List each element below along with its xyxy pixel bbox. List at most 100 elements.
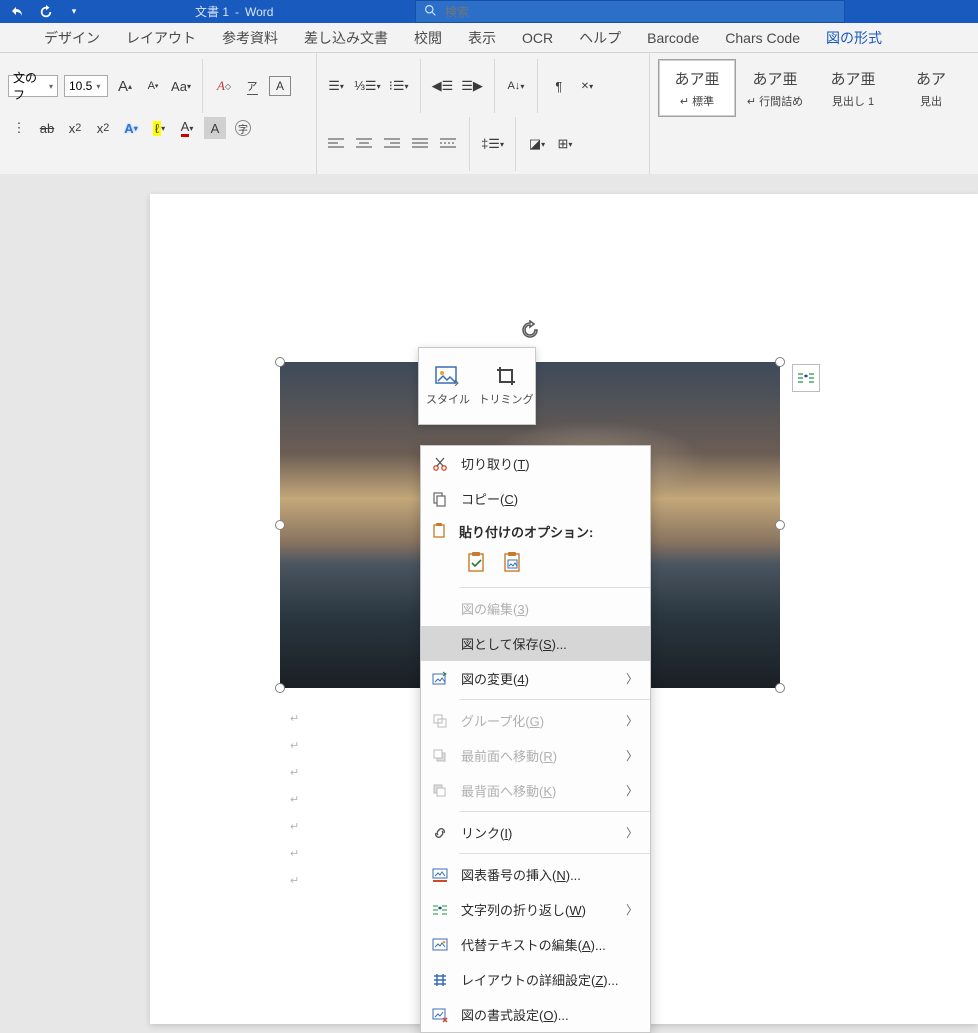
style-heading1[interactable]: あア亜 見出し 1: [814, 59, 892, 117]
superscript-icon[interactable]: x2: [92, 117, 114, 139]
ctx-format-picture[interactable]: 図の書式設定(O)...: [421, 997, 650, 1032]
align-left-icon[interactable]: [325, 133, 347, 155]
ctx-separator: [459, 853, 650, 854]
ctx-save-as-picture[interactable]: 図として保存(S)...: [421, 626, 650, 661]
numbering-icon[interactable]: ⅓☰▾: [353, 75, 382, 97]
tab-home-partial[interactable]: [6, 34, 30, 42]
style-heading-partial[interactable]: あア 見出: [892, 59, 970, 117]
text-effects-icon[interactable]: A▾: [120, 117, 142, 139]
character-border-icon[interactable]: A: [269, 76, 291, 96]
ctx-size-position[interactable]: レイアウトの詳細設定(Z)...: [421, 962, 650, 997]
font-color-icon[interactable]: A▾: [176, 117, 198, 139]
doc-name: 文書 1: [195, 3, 229, 20]
undo-icon[interactable]: [10, 4, 26, 20]
quick-access-toolbar: ▾: [0, 4, 82, 20]
decrease-indent-icon[interactable]: ◀☰: [431, 75, 455, 97]
rotate-handle[interactable]: [520, 320, 540, 340]
align-center-icon[interactable]: [353, 133, 375, 155]
highlight-icon[interactable]: ℓ▾: [148, 117, 170, 139]
ctx-edit-picture: 図の編集(3): [421, 591, 650, 626]
redo-icon[interactable]: [38, 4, 54, 20]
alt-text-icon: [431, 936, 449, 954]
phonetic-guide-icon[interactable]: ア: [241, 75, 263, 97]
layout-options-button[interactable]: [792, 364, 820, 392]
format-picture-icon: [431, 1006, 449, 1024]
wrap-text-icon: [431, 901, 449, 919]
tab-view[interactable]: 表示: [456, 24, 508, 52]
asian-layout-icon[interactable]: ✕▾: [576, 75, 598, 97]
ctx-insert-caption[interactable]: 図表番号の挿入(N)...: [421, 857, 650, 892]
tab-design[interactable]: デザイン: [32, 24, 112, 52]
mini-toolbar: スタイル トリミング: [418, 347, 536, 425]
show-marks-icon[interactable]: ¶: [548, 75, 570, 97]
multilevel-list-icon[interactable]: ⁝☰▾: [388, 75, 410, 97]
ribbon-tabs: デザイン レイアウト 参考資料 差し込み文書 校閲 表示 OCR ヘルプ Bar…: [0, 23, 978, 53]
resize-handle-bl[interactable]: [275, 683, 285, 693]
send-back-icon: [431, 782, 449, 800]
character-shading-icon[interactable]: A: [204, 117, 226, 139]
tab-picture-format[interactable]: 図の形式: [814, 24, 894, 52]
ctx-change-picture[interactable]: 図の変更(4) 〉: [421, 661, 650, 696]
ctx-edit-alt-text[interactable]: 代替テキストの編集(A)...: [421, 927, 650, 962]
search-bar[interactable]: [415, 0, 845, 23]
shading-icon[interactable]: ◪▾: [526, 133, 548, 155]
style-normal[interactable]: あア亜 ↵ 標準: [658, 59, 736, 117]
mini-picture-styles[interactable]: スタイル: [419, 348, 477, 424]
link-icon: [431, 824, 449, 842]
ctx-text-wrapping[interactable]: 文字列の折り返し(W) 〉: [421, 892, 650, 927]
borders-icon[interactable]: ⊞▾: [554, 133, 576, 155]
style-no-spacing[interactable]: あア亜 ↵ 行間詰め: [736, 59, 814, 117]
bold-icon[interactable]: ⋮: [8, 117, 30, 139]
mini-crop[interactable]: トリミング: [477, 348, 535, 424]
resize-handle-tl[interactable]: [275, 357, 285, 367]
search-input[interactable]: [445, 5, 836, 19]
resize-handle-tr[interactable]: [775, 357, 785, 367]
subscript-icon[interactable]: x2: [64, 117, 86, 139]
ctx-group: グループ化(G) 〉: [421, 703, 650, 738]
clear-formatting-icon[interactable]: A◇: [213, 75, 235, 97]
ctx-separator: [459, 699, 650, 700]
sort-icon[interactable]: A↓▾: [505, 75, 527, 97]
document-title: 文書 1 - Word: [195, 0, 273, 23]
ctx-cut[interactable]: 切り取り(T): [421, 446, 650, 481]
resize-handle-br[interactable]: [775, 683, 785, 693]
paste-option-picture[interactable]: [499, 548, 527, 576]
bring-front-icon: [431, 747, 449, 765]
ctx-paste-options: [421, 546, 650, 584]
tab-help[interactable]: ヘルプ: [567, 24, 633, 52]
resize-handle-ml[interactable]: [275, 520, 285, 530]
align-right-icon[interactable]: [381, 133, 403, 155]
decrease-font-icon[interactable]: A▾: [142, 75, 164, 97]
font-name-select[interactable]: 文のフ▾: [8, 75, 58, 97]
ctx-separator: [459, 587, 650, 588]
justify-icon[interactable]: [409, 133, 431, 155]
change-case-icon[interactable]: Aa▾: [170, 75, 192, 97]
submenu-arrow-icon: 〉: [626, 901, 638, 918]
tab-ocr[interactable]: OCR: [510, 26, 565, 50]
increase-font-icon[interactable]: A▴: [114, 75, 136, 97]
tab-mailings[interactable]: 差し込み文書: [292, 24, 400, 52]
ctx-copy[interactable]: コピー(C): [421, 481, 650, 516]
paste-option-keep-source[interactable]: [463, 548, 491, 576]
line-spacing-icon[interactable]: ‡☰▾: [480, 133, 505, 155]
title-bar: ▾ 文書 1 - Word: [0, 0, 978, 23]
font-size-select[interactable]: 10.5▾: [64, 75, 108, 97]
change-picture-icon: [431, 670, 449, 688]
qat-customize-icon[interactable]: ▾: [66, 4, 82, 20]
crop-icon: [492, 365, 520, 387]
ctx-paste-options-header: 貼り付けのオプション:: [421, 516, 650, 546]
tab-review[interactable]: 校閲: [402, 24, 454, 52]
cut-icon: [431, 455, 449, 473]
resize-handle-mr[interactable]: [775, 520, 785, 530]
tab-chars-code[interactable]: Chars Code: [713, 26, 812, 50]
bullets-icon[interactable]: ☰▾: [325, 75, 347, 97]
paste-icon: [431, 522, 447, 541]
ctx-link[interactable]: リンク(I) 〉: [421, 815, 650, 850]
increase-indent-icon[interactable]: ☰▶: [460, 75, 484, 97]
distribute-icon[interactable]: [437, 133, 459, 155]
tab-barcode[interactable]: Barcode: [635, 26, 711, 50]
tab-references[interactable]: 参考資料: [210, 24, 290, 52]
tab-layout[interactable]: レイアウト: [114, 24, 208, 52]
strikethrough-icon[interactable]: ab: [36, 117, 58, 139]
enclose-characters-icon[interactable]: 字: [232, 117, 254, 139]
